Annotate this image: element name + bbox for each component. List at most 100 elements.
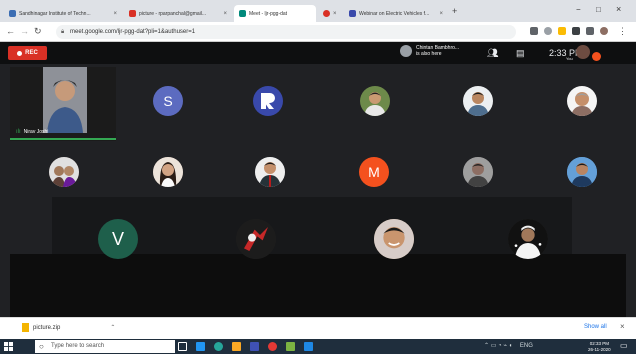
participant-tile[interactable] [118, 138, 218, 206]
participant-tile[interactable] [478, 205, 578, 273]
maximize-button[interactable]: □ [596, 5, 601, 14]
taskbar-search-input[interactable]: ○ Type here to search [35, 340, 175, 353]
participant-tile[interactable]: V [68, 205, 168, 273]
tab-favicon [9, 10, 16, 17]
tab-label: Webinar on Electric Vehicles f... [359, 10, 430, 17]
close-icon[interactable]: × [620, 322, 625, 331]
star-icon[interactable] [544, 27, 552, 35]
app-icon[interactable] [286, 342, 295, 351]
url-bar[interactable]: 🔒︎ meet.google.com/ljr-pgg-dat?pli=1&aut… [56, 25, 516, 39]
recording-badge: REC [8, 46, 47, 60]
tab-webinar[interactable]: Webinar on Electric Vehicles f... × [344, 5, 448, 22]
participant-tile[interactable] [325, 67, 425, 135]
notice-text: Chintan Bambhro... is also here [416, 45, 459, 57]
task-view-icon[interactable] [178, 342, 187, 351]
tab-meet[interactable]: Meet - ljr-pgg-dat [234, 5, 316, 22]
participant-tile[interactable] [532, 67, 632, 135]
person-photo-icon [153, 157, 183, 187]
participant-grid: ılı Nirav Joshi S M V [0, 64, 636, 317]
close-icon[interactable]: × [223, 11, 227, 17]
tab-recording[interactable]: × [318, 5, 340, 22]
profile-avatar[interactable] [600, 27, 608, 35]
record-dot-icon [17, 50, 23, 56]
extension-icon[interactable] [586, 27, 594, 35]
r-logo-icon [261, 93, 275, 109]
tab-institute[interactable]: Sandhinagar Institute of Techn... × [4, 5, 122, 22]
new-tab-button[interactable]: + [452, 6, 457, 16]
participant-tile[interactable] [532, 138, 632, 206]
avatar [236, 219, 276, 259]
lock-icon: 🔒︎ [61, 29, 65, 35]
participant-tile[interactable] [428, 67, 528, 135]
minimize-button[interactable]: − [576, 5, 581, 14]
avatar [49, 157, 79, 187]
person-photo-icon [508, 219, 548, 259]
person-photo-icon [255, 157, 285, 187]
avatar-letter: S [153, 86, 183, 116]
close-window-button[interactable]: × [616, 4, 621, 14]
browser-tab-strip: Sandhinagar Institute of Techn... × pict… [0, 0, 636, 22]
participant-tile[interactable] [206, 205, 306, 273]
self-name-label: ılı Nirav Joshi [16, 129, 48, 135]
participant-tile[interactable] [218, 67, 318, 135]
taskbar-clock[interactable]: 02:33 PM 26-11-2020 [588, 341, 611, 352]
show-all-link[interactable]: Show all [584, 324, 607, 330]
language-indicator[interactable]: ENG [520, 343, 533, 349]
meet-icon [239, 10, 246, 17]
join-notice: Chintan Bambhro... is also here [400, 45, 459, 57]
self-avatar[interactable] [576, 45, 590, 59]
participant-tile[interactable]: M [324, 138, 424, 206]
back-icon[interactable]: ← [6, 26, 15, 36]
close-icon[interactable]: × [439, 11, 443, 17]
you-label: You [566, 56, 573, 61]
menu-icon[interactable]: ⋮ [618, 26, 627, 37]
meet-window: REC Chintan Bambhro... is also here 👥︎ ▤… [0, 42, 636, 317]
person-silhouette-icon [43, 67, 87, 133]
self-video-tile[interactable]: ılı Nirav Joshi [10, 67, 116, 141]
chrome-icon[interactable] [268, 342, 277, 351]
tab-label: Sandhinagar Institute of Techn... [19, 10, 91, 17]
participant-tile[interactable] [220, 138, 320, 206]
record-icon [323, 10, 330, 17]
person-photo-icon [49, 157, 79, 187]
avatar [360, 86, 390, 116]
app-icon[interactable] [250, 342, 259, 351]
close-icon[interactable]: × [113, 11, 117, 17]
chat-icon[interactable]: ▤ [516, 48, 525, 59]
close-icon[interactable]: × [333, 11, 337, 17]
avatar [508, 219, 548, 259]
participant-tile[interactable] [428, 138, 528, 206]
extension-icon[interactable] [558, 27, 566, 35]
person-photo-icon [463, 157, 493, 187]
windows-start-icon[interactable] [4, 342, 13, 351]
zip-file-icon [22, 323, 29, 332]
extension-icon[interactable] [572, 27, 580, 35]
avatar-letter: V [98, 219, 138, 259]
download-item[interactable]: picture.zip ⌃ [22, 323, 115, 332]
person-photo-icon [567, 157, 597, 187]
participant-tile[interactable]: S [118, 67, 218, 135]
app-icon[interactable] [304, 342, 313, 351]
person-photo-icon [467, 92, 489, 116]
avatar [400, 45, 412, 57]
forward-icon[interactable]: → [20, 26, 29, 36]
tray-icons[interactable]: ⌃ ▭ ◔ ⌁ ◖ [484, 343, 512, 349]
participant-tile[interactable] [14, 138, 114, 206]
recording-label: REC [25, 50, 38, 56]
tab-label: Meet - ljr-pgg-dat [249, 10, 288, 17]
people-icon[interactable]: 👥︎ [487, 48, 498, 59]
notifications-icon[interactable]: ▭ [620, 341, 628, 350]
tab-gmail[interactable]: picture - rparpanchal@gmail... × [124, 5, 232, 22]
edge-icon[interactable] [196, 342, 205, 351]
camera-icon[interactable] [530, 27, 538, 35]
chevron-up-icon[interactable]: ⌃ [110, 324, 115, 331]
app-icon[interactable] [214, 342, 223, 351]
notification-badge [592, 52, 601, 61]
avatar [463, 157, 493, 187]
file-explorer-icon[interactable] [232, 342, 241, 351]
reload-icon[interactable]: ↻ [34, 26, 42, 37]
downloads-bar: picture.zip ⌃ Show all × [0, 317, 636, 339]
address-toolbar: ← → ↻ 🔒︎ meet.google.com/ljr-pgg-dat?pli… [0, 22, 636, 42]
avatar-letter: M [359, 157, 389, 187]
participant-tile[interactable] [344, 205, 444, 273]
